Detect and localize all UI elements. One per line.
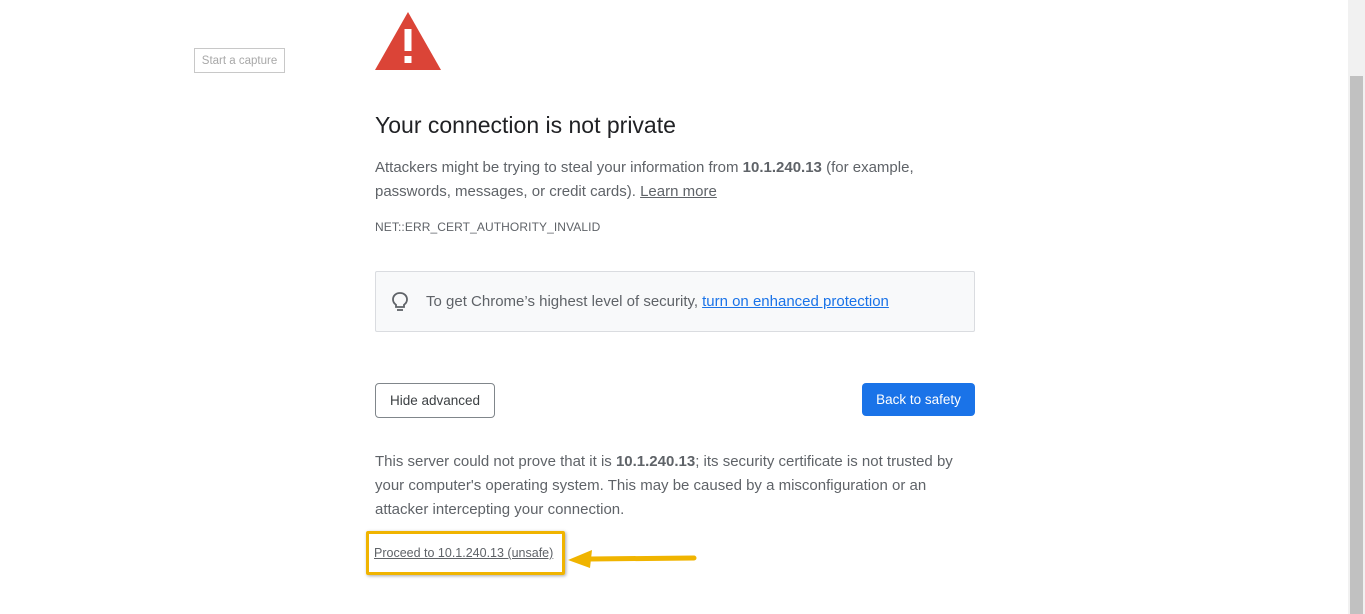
back-to-safety-button[interactable]: Back to safety bbox=[862, 383, 975, 416]
intro-prefix: Attackers might be trying to steal your … bbox=[375, 159, 743, 176]
warning-triangle-icon bbox=[375, 12, 441, 70]
details-host: 10.1.240.13 bbox=[615, 453, 696, 470]
arrow-left-icon bbox=[568, 550, 697, 568]
hide-advanced-button[interactable]: Hide advanced bbox=[375, 383, 495, 418]
lightbulb-icon bbox=[392, 291, 408, 311]
intro-paragraph: Attackers might be trying to steal your … bbox=[375, 156, 955, 204]
enhanced-protection-link[interactable]: turn on enhanced protection bbox=[702, 293, 889, 310]
details-paragraph: This server could not prove that it is 1… bbox=[375, 450, 975, 522]
vertical-scrollbar[interactable] bbox=[1348, 0, 1365, 614]
intro-host: 10.1.240.13 bbox=[742, 159, 822, 176]
start-capture-button[interactable]: Start a capture bbox=[194, 48, 285, 73]
error-code: NET::ERR_CERT_AUTHORITY_INVALID bbox=[375, 220, 601, 234]
learn-more-link[interactable]: Learn more bbox=[640, 183, 717, 200]
details-prefix: This server could not prove that it is bbox=[375, 453, 616, 470]
enhanced-text: To get Chrome’s highest level of securit… bbox=[426, 293, 699, 310]
enhanced-protection-banner: To get Chrome’s highest level of securit… bbox=[375, 271, 975, 332]
interstitial-page: Start a capture Your connection is not p… bbox=[0, 0, 1365, 614]
scrollbar-thumb[interactable] bbox=[1350, 76, 1363, 614]
page-title: Your connection is not private bbox=[375, 112, 676, 138]
proceed-unsafe-link[interactable]: Proceed to 10.1.240.13 (unsafe) bbox=[374, 546, 553, 560]
